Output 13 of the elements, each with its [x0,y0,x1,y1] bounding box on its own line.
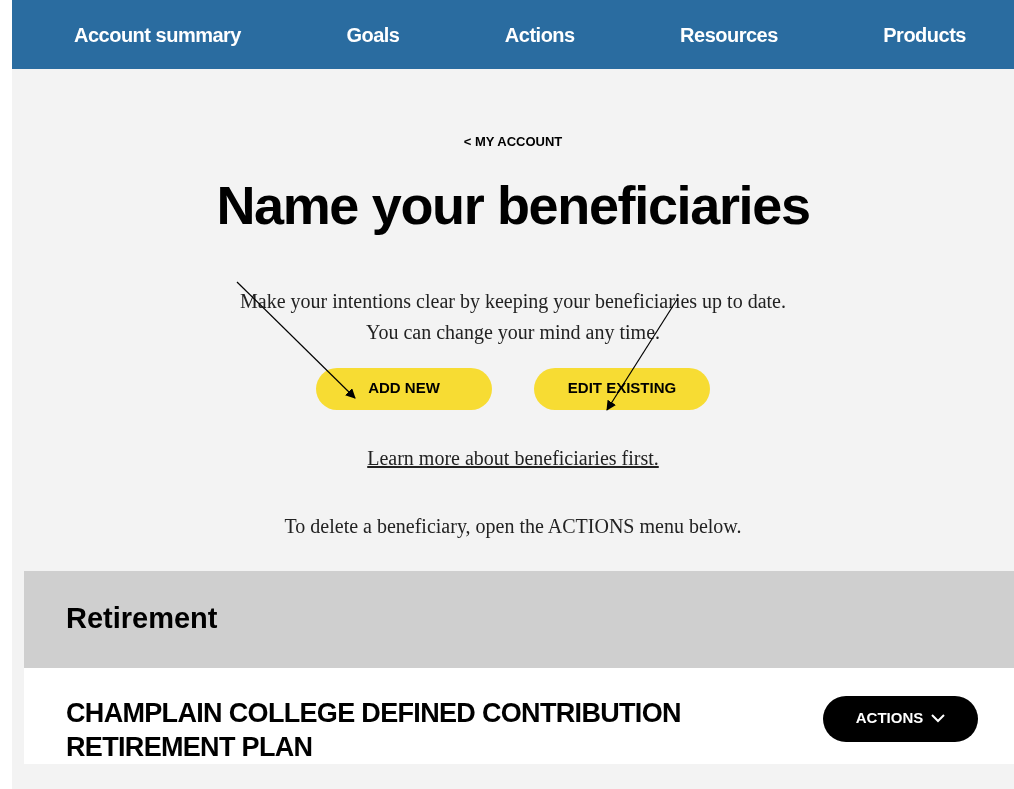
nav-link[interactable]: Account summary [74,19,241,50]
chevron-down-icon [931,714,946,723]
nav-link[interactable]: Actions [504,19,575,50]
nav-link[interactable]: Products [883,19,966,50]
nav-link[interactable]: Goals [346,19,400,50]
back-link[interactable]: < MY ACCOUNT [463,132,563,152]
add-new-button[interactable]: ADD NEW [316,367,492,410]
learn-more-link[interactable]: Learn more about beneficiaries first. [367,442,659,473]
plan-name: CHAMPLAIN COLLEGE DEFINED CONTRIBUTION RETIREMENT PLAN [66,696,682,764]
nav-link[interactable]: Resources [680,19,778,50]
section-title: Retirement [66,601,218,637]
actions-button[interactable]: ACTIONS [823,695,978,742]
delete-note: To delete a beneficiary, open the ACTIONS menu below. [284,513,742,540]
